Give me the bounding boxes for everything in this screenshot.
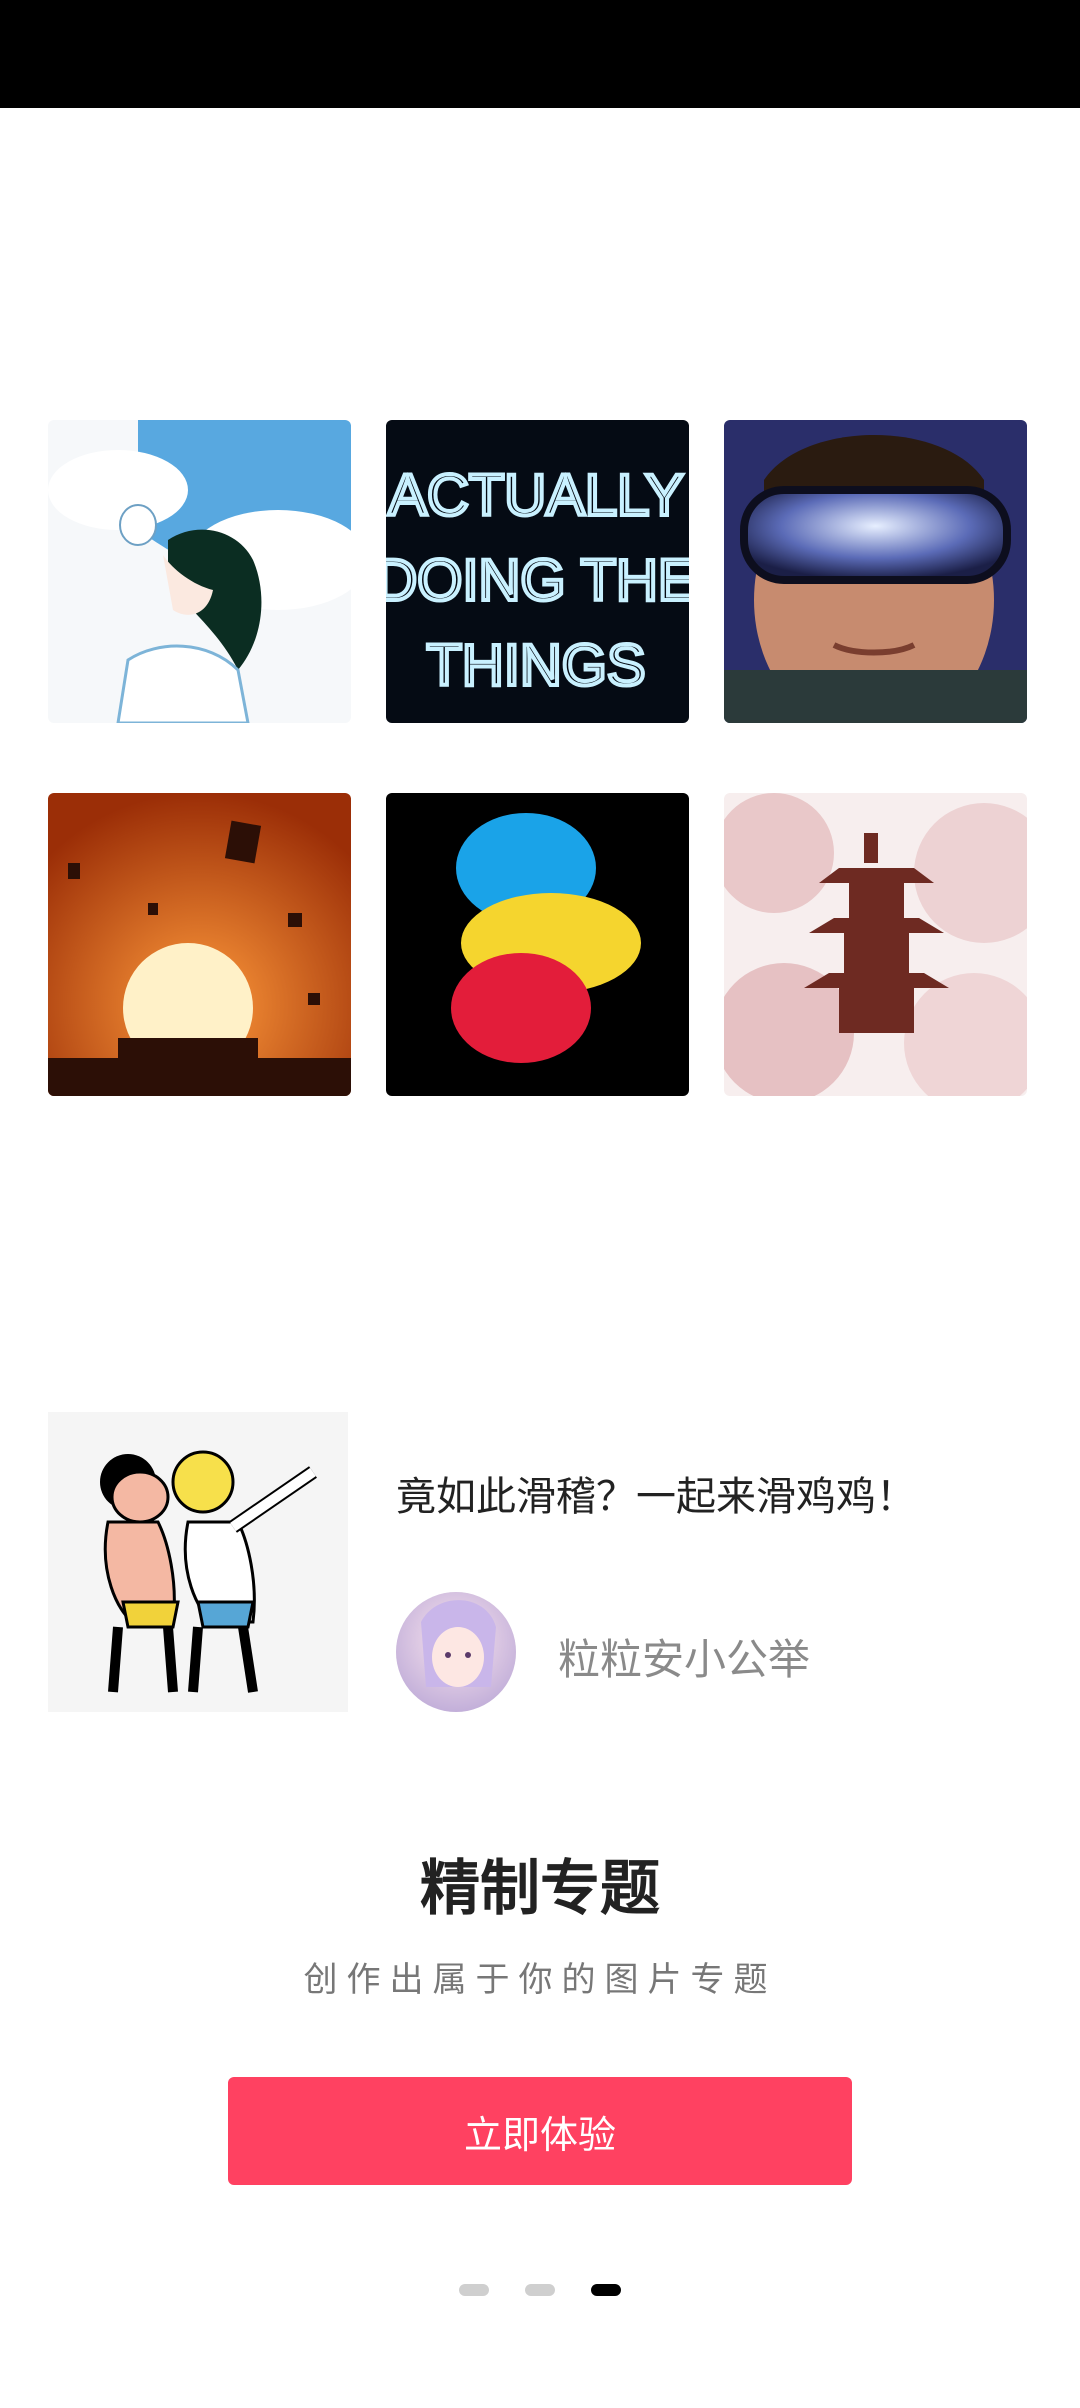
anime-girl-sky-image — [48, 420, 351, 723]
author-name[interactable]: 粒粒安小公举 — [558, 1626, 810, 1687]
thumbnail-grid: ACTUALLY DOING THE THINGS — [48, 420, 1032, 1096]
topic-title: 竟如此滑稽？一起来滑鸡鸡！ — [396, 1474, 916, 1520]
pagoda-blossoms-image — [724, 793, 1027, 1096]
neon-text-image: ACTUALLY DOING THE THINGS — [386, 420, 689, 723]
status-bar — [0, 0, 1080, 108]
feature-headline: 精制专题 — [420, 1854, 660, 1924]
try-now-button[interactable]: 立即体验 — [228, 2077, 852, 2185]
neon-line-2: DOING THE — [386, 548, 689, 613]
neon-line-3: THINGS — [426, 633, 645, 698]
sunset-kites-image — [48, 793, 351, 1096]
page-indicator — [0, 2284, 1080, 2296]
onboarding-page: ACTUALLY DOING THE THINGS 竟如此滑稽？一起来滑鸡鸡！ … — [0, 0, 1080, 2408]
page-dot-3[interactable] — [591, 2284, 621, 2296]
feature-subhead: 创作出属于你的图片专题 — [303, 1960, 777, 2000]
author-avatar[interactable] — [396, 1592, 516, 1712]
topic-cover-image — [48, 1412, 348, 1712]
page-dot-2[interactable] — [525, 2284, 555, 2296]
color-smoke-image — [386, 793, 689, 1096]
page-dot-1[interactable] — [459, 2284, 489, 2296]
vr-headset-portrait-image — [724, 420, 1027, 723]
neon-line-1: ACTUALLY — [388, 463, 683, 528]
topic-preview-card[interactable]: 竟如此滑稽？一起来滑鸡鸡！ 粒粒安小公举 — [48, 1412, 1032, 1712]
